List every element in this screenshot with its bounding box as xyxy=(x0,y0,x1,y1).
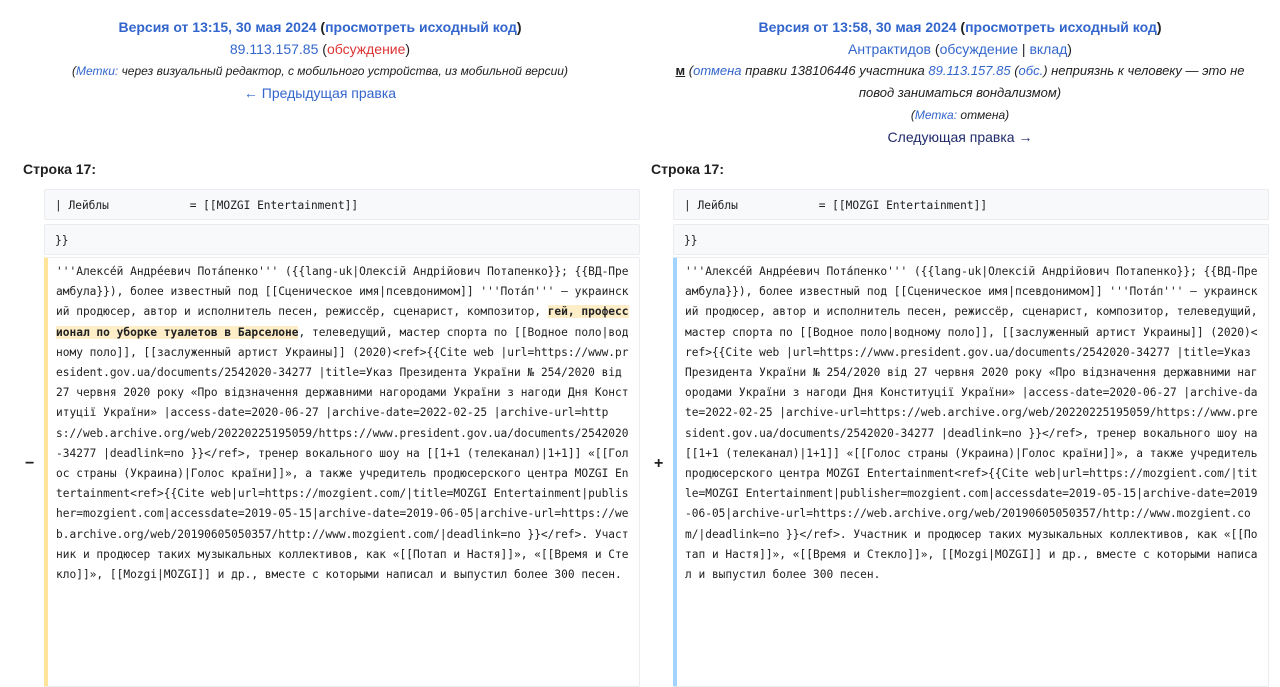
new-talk-link[interactable]: обсуждение xyxy=(940,41,1018,57)
new-context-line-labels: | Лейблы = [[MOZGI Entertainment]] xyxy=(673,189,1269,220)
deleted-text-after: , телеведущий, мастер спорта по [[Водное… xyxy=(56,325,629,582)
added-line-block: '''Алексе́й Андре́евич Пота́пенко''' ({{… xyxy=(673,257,1269,687)
old-version-line: Версия от 13:15, 30 мая 2024 (просмотрет… xyxy=(118,19,522,35)
old-user-link[interactable]: 89.113.157.85 xyxy=(230,41,319,57)
old-tags-text: через визуальный редактор, с мобильного … xyxy=(121,64,564,78)
new-version-line: Версия от 13:58, 30 мая 2024 (просмотрет… xyxy=(758,19,1162,35)
minor-edit-flag: м xyxy=(675,63,686,78)
new-user-line: Антрактидов (обсуждение | вклад) xyxy=(848,41,1072,57)
added-text: '''Алексе́й Андре́евич Пота́пенко''' ({{… xyxy=(685,265,1265,582)
summary-user-link[interactable]: 89.113.157.85 xyxy=(928,63,1010,78)
old-context-line-close: }} xyxy=(44,224,640,255)
new-context-line-close: }} xyxy=(673,224,1269,255)
summary-middle: правки 138106446 участника xyxy=(745,63,925,78)
deleted-line-marker: − xyxy=(25,455,35,472)
summary-talk-link[interactable]: обс. xyxy=(1019,63,1044,78)
new-contrib-link[interactable]: вклад xyxy=(1029,41,1067,57)
new-revision-header: Версия от 13:58, 30 мая 2024 (просмотрет… xyxy=(640,16,1280,148)
new-version-link[interactable]: Версия от 13:58, 30 мая 2024 xyxy=(758,19,956,35)
old-talk-link[interactable]: обсуждение xyxy=(327,41,405,57)
old-tags-link[interactable]: Метки: xyxy=(76,64,118,78)
previous-edit-link[interactable]: ← Предыдущая правка xyxy=(244,85,396,101)
old-view-source-link[interactable]: просмотреть исходный код xyxy=(325,19,517,35)
new-user-link[interactable]: Антрактидов xyxy=(848,41,931,57)
deleted-text-before: '''Алексе́й Андре́евич Пота́пенко''' ({{… xyxy=(56,265,629,319)
new-tags: (Метка: отмена) xyxy=(910,108,1010,122)
old-line-label: Строка 17: xyxy=(23,161,96,177)
new-tags-link[interactable]: Метка: xyxy=(915,108,957,122)
old-revision-header: Версия от 13:15, 30 мая 2024 (просмотрет… xyxy=(0,16,640,104)
edit-summary: м (отмена правки 138106446 участника 89.… xyxy=(675,63,1245,100)
old-tags: (Метки: через визуальный редактор, с моб… xyxy=(72,64,568,78)
old-user-line: 89.113.157.85 (обсуждение) xyxy=(229,41,411,57)
old-context-line-labels: | Лейблы = [[MOZGI Entertainment]] xyxy=(44,189,640,220)
old-version-link[interactable]: Версия от 13:15, 30 мая 2024 xyxy=(118,19,316,35)
new-line-label: Строка 17: xyxy=(651,161,724,177)
next-edit-link[interactable]: Следующая правка → xyxy=(888,129,1033,145)
new-tags-text: отмена xyxy=(960,108,1006,122)
summary-undo-link[interactable]: отмена xyxy=(693,63,741,78)
new-view-source-link[interactable]: просмотреть исходный код xyxy=(965,19,1157,35)
added-line-marker: + xyxy=(654,455,664,472)
deleted-line-block: '''Алексе́й Андре́евич Пота́пенко''' ({{… xyxy=(44,257,640,687)
